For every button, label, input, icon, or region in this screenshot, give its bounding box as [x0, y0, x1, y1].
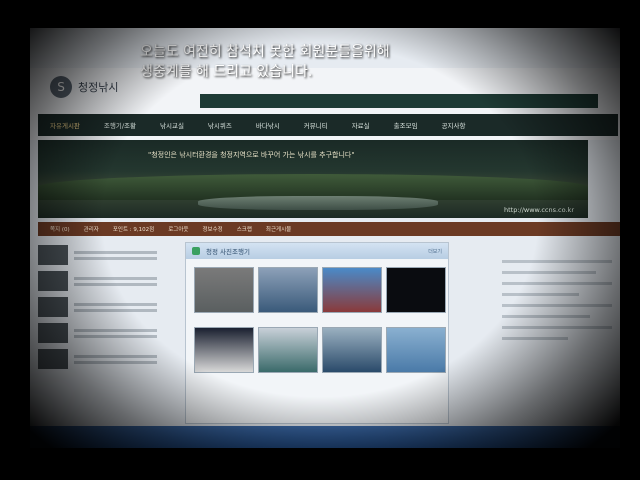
photo-card[interactable] — [258, 327, 318, 383]
nav-item[interactable]: 자유게시판 — [38, 120, 92, 130]
site-logo[interactable]: S 청정낚시 — [50, 76, 118, 98]
nav-item[interactable]: 자료실 — [340, 120, 382, 130]
list-item[interactable] — [38, 294, 178, 320]
logo-text: 청정낚시 — [78, 81, 119, 94]
post-thumbnail — [38, 271, 68, 291]
main-banner: "청정인은 낚시터환경을 청정지역으로 바꾸어 가는 낚시를 추구합니다" ht… — [38, 140, 588, 218]
photo-card[interactable] — [258, 267, 318, 323]
banner-url[interactable]: http://www.ccns.co.kr — [504, 206, 574, 214]
points-display: 포인트 : 9,102점 — [112, 227, 155, 233]
logo-icon: S — [50, 76, 72, 98]
gallery-header: 청정 사진조행기 더보기 — [186, 243, 448, 259]
photo-card[interactable] — [322, 267, 382, 323]
caption-line-1: 오늘도 여전히 참석치 못한 회원분들을위해 — [140, 44, 390, 60]
nav-item[interactable]: 낚시교실 — [148, 120, 196, 130]
caption-line-2: 생중계를 해 드리고 있습니다. — [140, 64, 313, 80]
photo-card[interactable] — [322, 327, 382, 383]
user-info-bar: 쪽지 (0) 관리자 포인트 : 9,102점 로그아웃 정보수정 스크랩 최근… — [38, 222, 620, 236]
photo-grid — [186, 259, 448, 391]
photo-gallery: 청정 사진조행기 더보기 — [185, 242, 449, 424]
list-item[interactable] — [38, 268, 178, 294]
right-post-list — [502, 252, 612, 432]
main-nav: 자유게시판 조행기/조황 낚시교실 낚시퀴즈 바다낚시 커뮤니티 자료실 출조모… — [38, 114, 618, 136]
recent-posts-link[interactable]: 최근게시물 — [266, 225, 291, 233]
edit-profile-link[interactable]: 정보수정 — [202, 225, 222, 233]
banner-water — [198, 196, 438, 210]
photo-card[interactable] — [386, 267, 446, 323]
gallery-title: 청정 사진조행기 — [206, 248, 250, 256]
os-taskbar — [30, 426, 620, 448]
browser-screen: S 청정낚시 자유게시판 조행기/조황 낚시교실 낚시퀴즈 바다낚시 커뮤니티 … — [30, 28, 620, 448]
gallery-flag-icon — [192, 247, 200, 255]
left-post-list — [38, 242, 178, 442]
messages-link[interactable]: 쪽지 (0) — [50, 225, 70, 233]
video-caption: 오늘도 여전히 참석치 못한 회원분들을위해 생중계를 해 드리고 있습니다. — [140, 42, 390, 82]
scrap-link[interactable]: 스크랩 — [237, 225, 252, 233]
nav-item[interactable]: 커뮤니티 — [292, 120, 340, 130]
nav-item[interactable]: 출조모임 — [382, 120, 430, 130]
nav-item[interactable]: 낚시퀴즈 — [196, 120, 244, 130]
list-item[interactable] — [38, 320, 178, 346]
user-name: 관리자 — [83, 227, 99, 233]
gallery-more-link[interactable]: 더보기 — [428, 248, 442, 255]
photo-card[interactable] — [194, 267, 254, 323]
post-thumbnail — [38, 323, 68, 343]
list-item[interactable] — [38, 346, 178, 372]
post-thumbnail — [38, 245, 68, 265]
photo-card[interactable] — [194, 327, 254, 383]
photo-card[interactable] — [386, 327, 446, 383]
banner-quote: "청정인은 낚시터환경을 청정지역으로 바꾸어 가는 낚시를 추구합니다" — [148, 151, 355, 159]
logout-link[interactable]: 로그아웃 — [168, 225, 188, 233]
post-thumbnail — [38, 349, 68, 369]
nav-item[interactable]: 조행기/조황 — [92, 120, 148, 130]
header-slogan-bar — [200, 94, 598, 108]
list-item[interactable] — [38, 242, 178, 268]
nav-item[interactable]: 바다낚시 — [244, 120, 292, 130]
post-thumbnail — [38, 297, 68, 317]
nav-item[interactable]: 공지사항 — [430, 120, 478, 130]
